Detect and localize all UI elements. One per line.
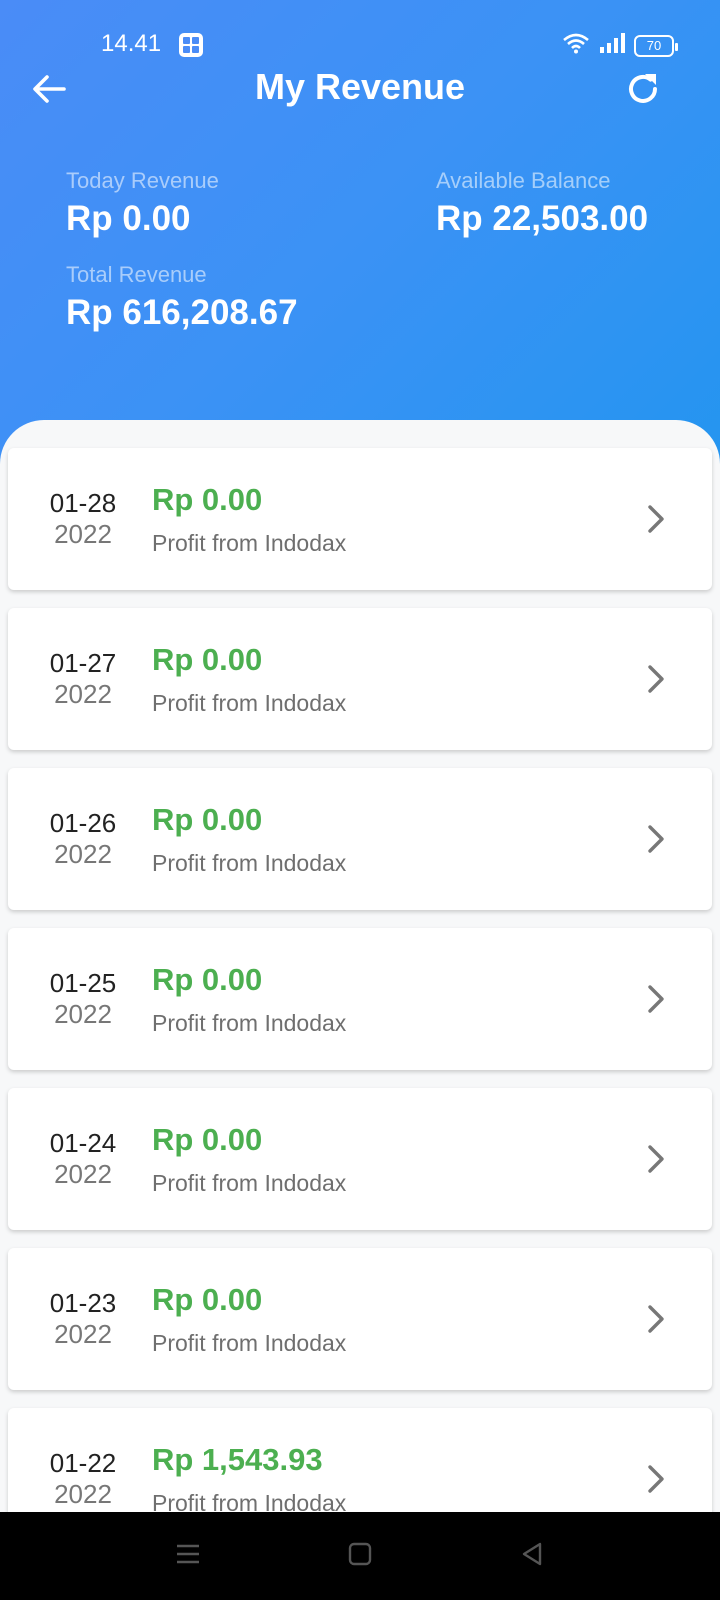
refresh-button[interactable] [622,70,664,112]
revenue-list-item[interactable]: 01-24 2022 Rp 0.00 Profit from Indodax [8,1088,712,1230]
recent-apps-button[interactable] [170,1538,206,1574]
total-revenue-value: Rp 616,208.67 [66,293,298,333]
entry-date: 01-24 2022 [32,1128,134,1190]
signal-icon [598,32,626,59]
entry-description: Profit from Indodax [152,1330,347,1356]
total-revenue: Total Revenue Rp 616,208.67 [66,262,298,333]
chevron-right-icon [644,822,668,856]
system-back-button[interactable] [514,1538,550,1574]
chevron-right-icon [644,1142,668,1176]
entry-month-day: 01-24 [49,1128,117,1158]
available-balance: Available Balance Rp 22,503.00 [436,168,648,239]
header: 14.41 70 My Revenue Today Revenue Rp 0.0… [0,0,720,470]
entry-date: 01-26 2022 [32,808,134,870]
status-indicators: 70 [562,32,678,59]
status-time: 14.41 [101,30,162,57]
chevron-right-icon [644,502,668,536]
entry-date: 01-27 2022 [32,648,134,710]
entry-month-day: 01-27 [49,648,117,678]
entry-month-day: 01-22 [49,1448,117,1478]
app-notification-icon [178,32,204,58]
entry-year: 2022 [54,839,112,870]
page-title: My Revenue [254,66,466,107]
entry-year: 2022 [54,519,112,550]
revenue-list-item[interactable]: 01-27 2022 Rp 0.00 Profit from Indodax [8,608,712,750]
entry-description: Profit from Indodax [152,690,347,716]
revenue-list-item[interactable]: 01-26 2022 Rp 0.00 Profit from Indodax [8,768,712,910]
screen: 14.41 70 My Revenue Today Revenue Rp 0.0… [0,0,720,1600]
system-navigation-bar [0,1512,720,1600]
entry-month-day: 01-25 [49,968,117,998]
entry-amount: Rp 0.00 [152,962,263,997]
entry-month-day: 01-26 [49,808,117,838]
entry-date: 01-22 2022 [32,1448,134,1510]
chevron-right-icon [644,1462,668,1496]
refresh-icon [625,71,661,112]
entry-description: Profit from Indodax [152,1010,347,1036]
entry-amount: Rp 0.00 [152,802,263,837]
entry-amount: Rp 0.00 [152,482,263,517]
menu-icon [174,1540,202,1573]
wifi-icon [562,32,590,59]
entry-month-day: 01-28 [49,488,117,518]
home-button[interactable] [342,1538,378,1574]
entry-date: 01-23 2022 [32,1288,134,1350]
available-balance-value: Rp 22,503.00 [436,199,649,239]
revenue-list-item[interactable]: 01-28 2022 Rp 0.00 Profit from Indodax [8,448,712,590]
entry-amount: Rp 0.00 [152,1122,263,1157]
chevron-right-icon [644,982,668,1016]
entry-description: Profit from Indodax [152,850,347,876]
battery-indicator: 70 [634,34,678,57]
revenue-list-item[interactable]: 01-23 2022 Rp 0.00 Profit from Indodax [8,1248,712,1390]
today-revenue: Today Revenue Rp 0.00 [66,168,219,239]
entry-year: 2022 [54,999,112,1030]
today-revenue-value: Rp 0.00 [66,199,191,239]
home-icon [346,1540,374,1573]
entry-amount: Rp 0.00 [152,1282,263,1317]
entry-year: 2022 [54,679,112,710]
entry-year: 2022 [54,1319,112,1350]
entry-description: Profit from Indodax [152,530,347,556]
entry-month-day: 01-23 [49,1288,117,1318]
entry-amount: Rp 0.00 [152,642,263,677]
available-balance-label: Available Balance [436,168,611,193]
entry-date: 01-28 2022 [32,488,134,550]
entry-year: 2022 [54,1479,112,1510]
chevron-right-icon [644,1302,668,1336]
revenue-list-item[interactable]: 01-25 2022 Rp 0.00 Profit from Indodax [8,928,712,1070]
today-revenue-label: Today Revenue [66,168,219,193]
back-triangle-icon [518,1540,546,1573]
entry-amount: Rp 1,543.93 [152,1442,323,1477]
entry-description: Profit from Indodax [152,1170,347,1196]
entry-year: 2022 [54,1159,112,1190]
entry-date: 01-25 2022 [32,968,134,1030]
chevron-right-icon [644,662,668,696]
total-revenue-label: Total Revenue [66,262,207,287]
